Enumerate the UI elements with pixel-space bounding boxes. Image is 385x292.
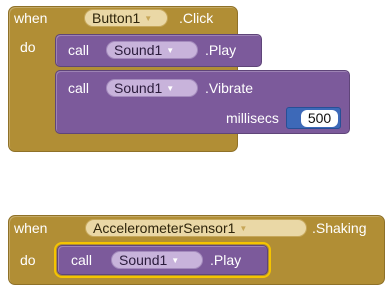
component-dropdown-accelerometersensor1[interactable]: AccelerometerSensor1 ▼ [85,219,307,237]
component-name: Sound1 [114,42,163,58]
number-field[interactable]: 500 [301,110,338,127]
method-name: .Vibrate [205,80,253,96]
triangle-down-icon: ▼ [144,14,153,23]
event-name: .Shaking [312,220,367,236]
triangle-down-icon: ▼ [239,224,248,233]
triangle-down-icon: ▼ [171,256,180,265]
event-name: .Click [179,10,214,26]
method-name: .Play [210,252,242,268]
do-label: do [20,252,36,268]
component-dropdown-button1[interactable]: Button1 ▼ [84,9,168,27]
component-name: Sound1 [114,80,163,96]
component-dropdown-sound1[interactable]: Sound1 ▼ [106,41,198,59]
when-label: when [14,220,48,236]
do-label: do [20,39,36,55]
call-label: call [71,252,93,268]
call-label: call [68,80,90,96]
method-name: .Play [205,42,237,58]
component-name: Button1 [92,10,141,26]
when-label: when [14,10,48,26]
call-label: call [68,42,90,58]
component-dropdown-sound1[interactable]: Sound1 ▼ [106,79,198,97]
param-label: millisecs [226,110,279,126]
triangle-down-icon: ▼ [166,84,175,93]
triangle-down-icon: ▼ [166,46,175,55]
component-name: Sound1 [119,252,168,268]
component-dropdown-sound1[interactable]: Sound1 ▼ [111,251,203,269]
component-name: AccelerometerSensor1 [93,220,236,236]
